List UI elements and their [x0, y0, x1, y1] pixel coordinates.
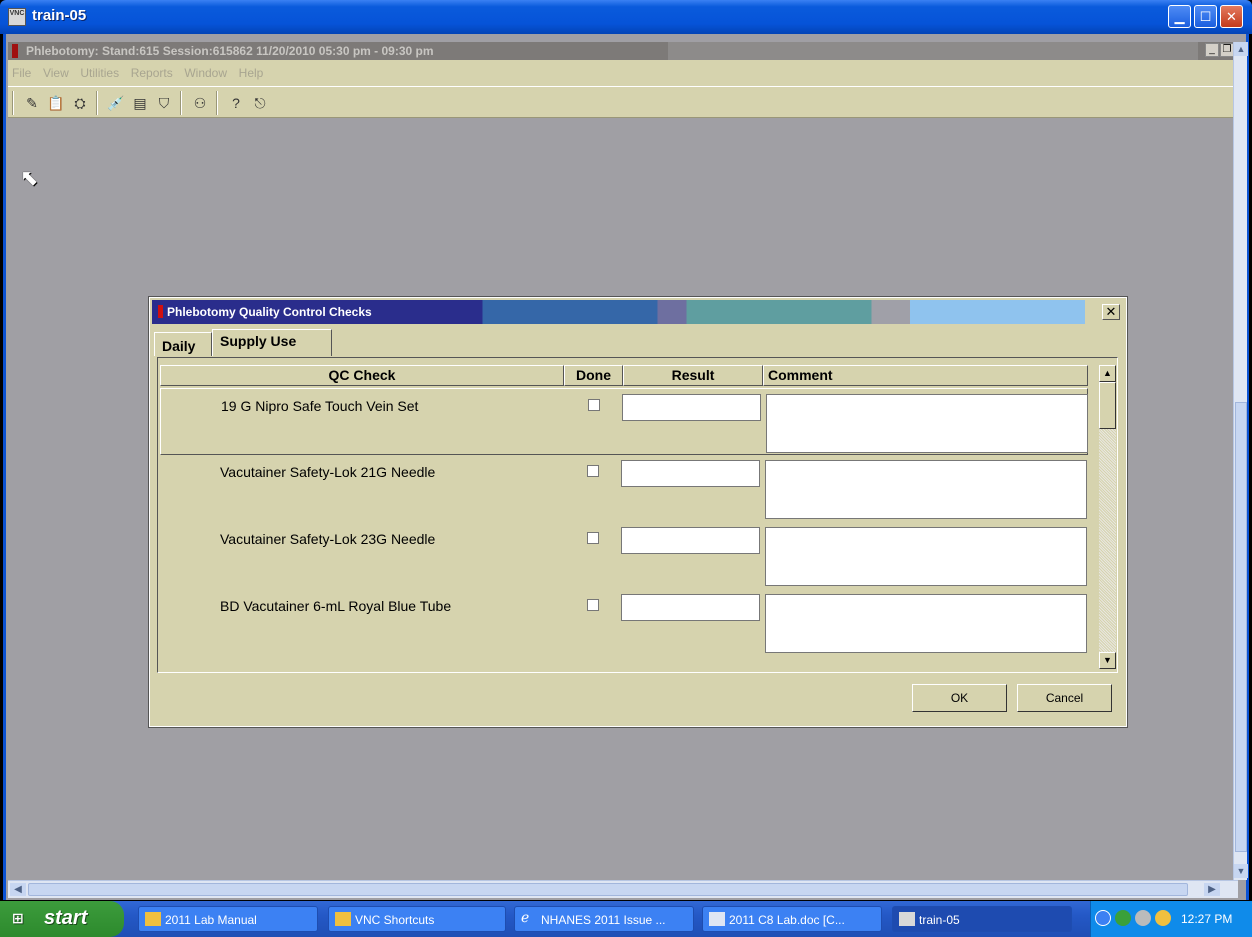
- taskbar-item-train-05[interactable]: train-05: [892, 906, 1072, 932]
- dialog-app-icon: [158, 305, 163, 318]
- mdi-restore-button[interactable]: ❐: [1220, 43, 1234, 57]
- menu-window[interactable]: Window: [180, 60, 231, 80]
- taskbar-item-c8-lab-doc[interactable]: 2011 C8 Lab.doc [C...: [702, 906, 882, 932]
- tab-daily[interactable]: Daily: [154, 332, 212, 356]
- help-icon[interactable]: ?: [226, 93, 246, 113]
- qc-grid: QC Check Done Result Comment 19 G Nipro …: [157, 357, 1118, 673]
- app-icon: [12, 44, 18, 58]
- workspace-vertical-scrollbar[interactable]: ▲ ▼: [1233, 42, 1248, 880]
- qc-checks-dialog: Phlebotomy Quality Control Checks ✕ Dail…: [148, 296, 1128, 728]
- word-doc-icon: [709, 912, 725, 926]
- windows-flag-icon: ⊞: [12, 910, 24, 926]
- folder-icon: [335, 912, 351, 926]
- col-header-comment[interactable]: Comment: [763, 365, 1088, 386]
- printer-icon[interactable]: ▤: [130, 93, 150, 113]
- ok-button[interactable]: OK: [912, 684, 1007, 712]
- scroll-right-icon[interactable]: ▶: [1204, 883, 1220, 896]
- taskbar-item-vnc-shortcuts[interactable]: VNC Shortcuts: [328, 906, 506, 932]
- grid-scroll-down-icon[interactable]: ▼: [1099, 652, 1116, 669]
- close-button[interactable]: ✕: [1220, 5, 1243, 28]
- vnc-icon: [899, 912, 915, 926]
- app-caption-title: Phlebotomy: Stand:615 Session:615862 11/…: [26, 44, 434, 58]
- hscroll-thumb[interactable]: [28, 883, 1188, 896]
- start-label: start: [44, 907, 88, 929]
- grid-vertical-scrollbar[interactable]: ▲ ▼: [1099, 365, 1116, 669]
- done-checkbox[interactable]: [588, 399, 600, 411]
- workspace-horizontal-scrollbar[interactable]: ◀ ▶: [8, 880, 1238, 898]
- clipboard-icon[interactable]: 📋: [46, 93, 66, 113]
- table-row[interactable]: Vacutainer Safety-Lok 23G Needle: [160, 522, 1088, 589]
- minimize-button[interactable]: ▁: [1168, 5, 1191, 28]
- col-header-done[interactable]: Done: [564, 365, 623, 386]
- vnc-window-title: train-05: [32, 7, 87, 24]
- comment-input[interactable]: [765, 527, 1087, 586]
- done-checkbox[interactable]: [587, 599, 599, 611]
- clock: 12:27 PM: [1181, 912, 1233, 926]
- filter-icon[interactable]: ⛉: [154, 93, 174, 113]
- result-input[interactable]: [621, 460, 760, 487]
- tray-printer-icon[interactable]: [1135, 910, 1151, 926]
- internet-explorer-icon: ℯ: [521, 909, 530, 925]
- tray-network-icon[interactable]: [1115, 910, 1131, 926]
- people-icon[interactable]: ⚇: [190, 93, 210, 113]
- qc-check-label: BD Vacutainer 6-mL Royal Blue Tube: [220, 598, 452, 614]
- folder-icon: [145, 912, 161, 926]
- table-row[interactable]: BD Vacutainer 6-mL Royal Blue Tube: [160, 589, 1088, 656]
- table-row[interactable]: 19 G Nipro Safe Touch Vein Set: [160, 388, 1088, 455]
- scale-icon[interactable]: ⛭: [70, 93, 90, 113]
- menu-reports[interactable]: Reports: [127, 60, 177, 80]
- taskbar: ⊞ start 2011 Lab Manual VNC Shortcuts ℯ …: [0, 901, 1252, 937]
- menu-view[interactable]: View: [39, 60, 73, 80]
- scroll-thumb[interactable]: [1235, 402, 1247, 852]
- vnc-app-icon: VNC: [8, 8, 26, 26]
- comment-input[interactable]: [766, 394, 1088, 453]
- taskbar-item-lab-manual[interactable]: 2011 Lab Manual: [138, 906, 318, 932]
- result-input[interactable]: [621, 594, 760, 621]
- exit-icon[interactable]: ⎋: [250, 93, 270, 113]
- qc-check-label: Vacutainer Safety-Lok 21G Needle: [220, 464, 436, 480]
- scroll-down-icon[interactable]: ▼: [1234, 864, 1248, 878]
- maximize-button[interactable]: ☐: [1194, 5, 1217, 28]
- system-tray: 12:27 PM: [1090, 901, 1252, 937]
- grid-scroll-up-icon[interactable]: ▲: [1099, 365, 1116, 382]
- scroll-up-icon[interactable]: ▲: [1234, 42, 1248, 56]
- menu-help[interactable]: Help: [235, 60, 268, 80]
- taskbar-item-nhanes[interactable]: ℯ NHANES 2011 Issue ...: [514, 906, 694, 932]
- mdi-minimize-button[interactable]: _: [1205, 43, 1219, 57]
- tray-expand-icon[interactable]: [1095, 910, 1111, 926]
- comment-input[interactable]: [765, 460, 1087, 519]
- col-header-result[interactable]: Result: [623, 365, 763, 386]
- col-header-qc-check[interactable]: QC Check: [160, 365, 564, 386]
- syringe-icon[interactable]: 💉: [106, 93, 126, 113]
- menu-utilities[interactable]: Utilities: [76, 60, 123, 80]
- vnc-title-bar[interactable]: VNC train-05 ▁ ☐ ✕: [0, 0, 1252, 34]
- menu-file[interactable]: File: [8, 60, 35, 80]
- toolbar: ✎ 📋 ⛭ 💉 ▤ ⛉ ⚇ ? ⎋: [8, 86, 1238, 118]
- start-button[interactable]: ⊞ start: [0, 901, 124, 937]
- mouse-cursor-icon: ⬉: [20, 165, 39, 190]
- qc-check-label: 19 G Nipro Safe Touch Vein Set: [221, 398, 419, 414]
- tray-status-icon[interactable]: [1155, 910, 1171, 926]
- dialog-title-bar[interactable]: Phlebotomy Quality Control Checks ✕: [152, 300, 1124, 324]
- result-input[interactable]: [622, 394, 761, 421]
- comment-input[interactable]: [765, 594, 1087, 653]
- table-row[interactable]: Vacutainer Safety-Lok 21G Needle: [160, 455, 1088, 522]
- qc-check-label: Vacutainer Safety-Lok 23G Needle: [220, 531, 436, 547]
- new-icon[interactable]: ✎: [22, 93, 42, 113]
- result-input[interactable]: [621, 527, 760, 554]
- grid-scroll-thumb[interactable]: [1099, 382, 1116, 429]
- scroll-left-icon[interactable]: ◀: [10, 883, 26, 896]
- done-checkbox[interactable]: [587, 532, 599, 544]
- menu-bar: File View Utilities Reports Window Help: [8, 60, 1238, 86]
- done-checkbox[interactable]: [587, 465, 599, 477]
- tab-supply-use[interactable]: Supply Use: [212, 329, 332, 356]
- dialog-close-icon[interactable]: ✕: [1102, 304, 1120, 320]
- app-caption-bar: Phlebotomy: Stand:615 Session:615862 11/…: [8, 42, 1238, 60]
- dialog-title: Phlebotomy Quality Control Checks: [167, 305, 372, 319]
- cancel-button[interactable]: Cancel: [1017, 684, 1112, 712]
